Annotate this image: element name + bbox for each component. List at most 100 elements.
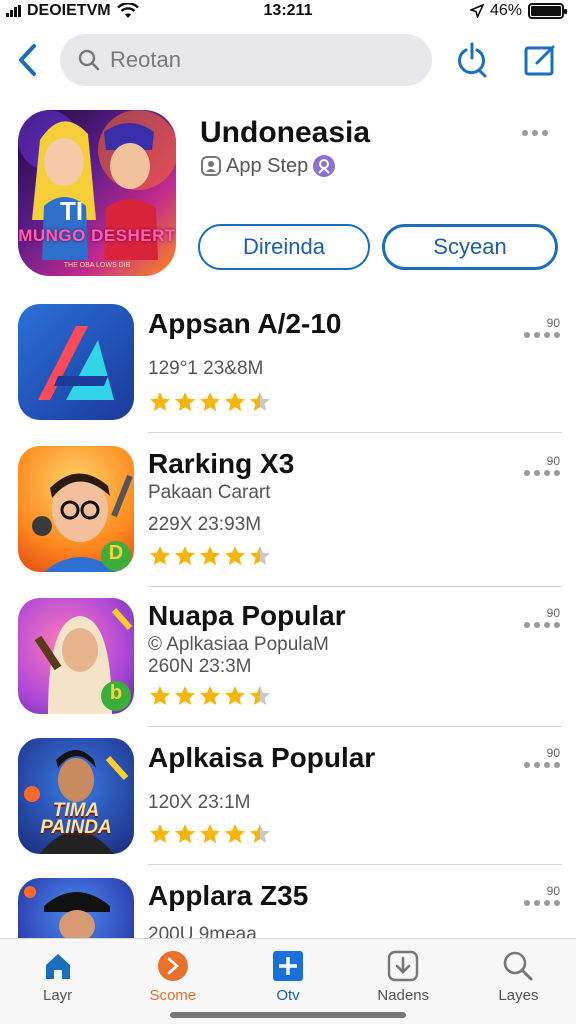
app-list-item[interactable]: Applara Z35 200U 9meaa 90: [0, 878, 576, 945]
app-detail: 129°1 23&8M: [148, 358, 264, 379]
tab-label: Scome: [149, 987, 197, 1004]
verified-badge-icon: [313, 155, 336, 177]
tab-layes[interactable]: Layes: [461, 939, 576, 1024]
download-icon: [386, 949, 420, 983]
star-icon: [175, 686, 195, 705]
app-list-item[interactable]: Appsan A/2-10 129°1 23&8M 90: [0, 304, 576, 433]
star-icon: [250, 686, 270, 705]
search-input[interactable]: [110, 47, 390, 73]
battery-icon: [528, 3, 567, 19]
featured-app-icon[interactable]: TI MUNGO DESHERT THE OBA LOWS DIB: [18, 110, 176, 276]
back-button[interactable]: [12, 38, 42, 82]
row-meta-count: 90: [546, 606, 560, 620]
battery-percent: 46%: [489, 2, 522, 19]
status-bar: DEOIETVM 13:211 46%: [0, 0, 576, 22]
row-meta-count: 90: [546, 454, 560, 468]
more-icon: [524, 762, 560, 768]
app-list-item[interactable]: D Rarking X3 Pakaan Carart 229X 23:93M 9…: [0, 446, 576, 587]
refresh-icon: [458, 42, 487, 78]
star-icon: [175, 824, 195, 843]
star-rating: [148, 390, 272, 414]
more-icon: [524, 622, 560, 628]
star-icon: [150, 686, 170, 705]
row-meta-count: 90: [546, 316, 560, 330]
app-icon: TIMA PAINDA: [18, 738, 134, 854]
app-detail: Pakaan Carart: [148, 482, 271, 503]
compose-button[interactable]: [520, 40, 560, 80]
download-button[interactable]: Direinda: [198, 224, 370, 270]
tab-label: Nadens: [377, 987, 430, 1004]
app-detail: © Aplkasiaa PopulaM: [148, 634, 329, 655]
app-icon: [18, 304, 134, 420]
star-icon: [200, 686, 220, 705]
search-icon: [501, 949, 535, 983]
featured-more-button[interactable]: [522, 130, 548, 136]
featured-art-text: MUNGO DESHERT: [18, 226, 176, 245]
row-meta[interactable]: 90: [524, 454, 560, 476]
star-icon: [200, 824, 220, 843]
app-list-item[interactable]: b Nuapa Popular © Aplkasiaa PopulaM 260N…: [0, 598, 576, 727]
star-icon: [150, 546, 170, 565]
row-meta[interactable]: 90: [524, 884, 560, 906]
status-right: 46%: [469, 2, 567, 20]
chevron-right-circle-icon: [156, 949, 190, 983]
app-store-icon: [201, 156, 221, 176]
status-left: DEOIETVM: [6, 2, 139, 20]
badge-text: b: [109, 682, 123, 704]
star-icon: [175, 392, 195, 411]
badge-text: D: [108, 542, 124, 564]
badge-text: TIMA PAINDA: [40, 800, 112, 838]
home-icon: [41, 949, 75, 983]
search-bar[interactable]: [60, 34, 432, 86]
star-icon: [200, 392, 220, 411]
chevron-left-icon: [19, 44, 36, 76]
row-meta-count: 90: [546, 746, 560, 760]
star-rating: [148, 822, 272, 846]
search-icon: [78, 49, 100, 71]
home-indicator: [170, 1012, 406, 1018]
star-icon: [225, 546, 245, 565]
tab-layr[interactable]: Layr: [0, 939, 115, 1024]
app-name: Aplkaisa Popular: [148, 742, 376, 773]
app-detail: 260N 23:3M: [148, 656, 252, 677]
location-arrow-icon: [469, 4, 484, 18]
divider: [148, 586, 562, 587]
wifi-icon: [116, 3, 139, 18]
tab-label: Layes: [498, 987, 539, 1004]
screen-button[interactable]: Scyean: [382, 224, 558, 270]
signal-icon: [6, 5, 21, 17]
star-icon: [225, 686, 245, 705]
star-icon: [250, 392, 270, 411]
app-detail: 229X 23:93M: [148, 514, 262, 535]
app-name: Nuapa Popular: [148, 600, 346, 631]
star-icon: [150, 392, 170, 411]
star-icon: [250, 546, 270, 565]
row-meta[interactable]: 90: [524, 746, 560, 768]
app-list-item[interactable]: TIMA PAINDA Aplkaisa Popular 120X 23:1M …: [0, 738, 576, 865]
divider: [148, 432, 562, 433]
featured-artwork: TI: [18, 110, 176, 260]
app-icon: D: [18, 446, 134, 572]
featured-title: Undoneasia: [200, 116, 371, 149]
row-meta[interactable]: 90: [524, 316, 560, 338]
svg-text:TI: TI: [60, 196, 83, 226]
more-icon: [524, 900, 560, 906]
row-meta-count: 90: [546, 884, 560, 898]
refresh-button[interactable]: [452, 40, 492, 80]
featured-subtitle: App Step: [226, 154, 309, 177]
app-icon: [18, 878, 134, 938]
tab-label: Otv: [276, 987, 300, 1004]
top-nav: [0, 32, 576, 88]
row-meta[interactable]: 90: [524, 606, 560, 628]
featured-app: TI MUNGO DESHERT THE OBA LOWS DIB Undone…: [0, 110, 576, 280]
app-icon: b: [18, 598, 134, 714]
star-icon: [250, 824, 270, 843]
featured-art-subtext: THE OBA LOWS DIB: [63, 262, 131, 269]
plus-square-icon: [271, 949, 305, 983]
star-icon: [175, 546, 195, 565]
app-detail: 120X 23:1M: [148, 792, 251, 813]
divider: [148, 864, 562, 865]
star-icon: [150, 824, 170, 843]
star-icon: [225, 392, 245, 411]
tab-label: Layr: [43, 987, 73, 1004]
